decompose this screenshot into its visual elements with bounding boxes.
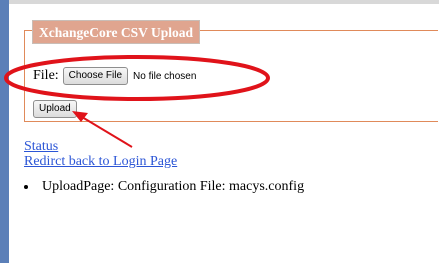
annotation-arrow-head: [72, 111, 88, 122]
red-annotation-overlay: [4, 55, 270, 148]
highlight-ellipse: [4, 55, 270, 101]
annotation-arrow-line: [81, 116, 133, 148]
